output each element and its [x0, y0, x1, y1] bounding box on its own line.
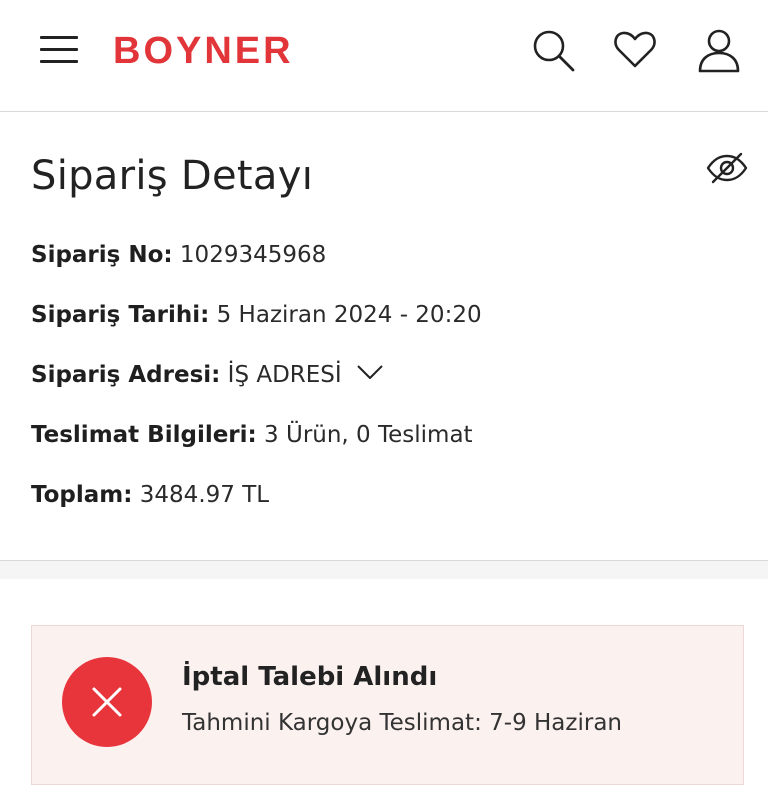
eye-off-icon[interactable] [705, 150, 749, 186]
address-dropdown[interactable]: İŞ ADRESİ [228, 362, 383, 388]
order-address-label: Sipariş Adresi: [31, 362, 221, 388]
heart-icon[interactable] [611, 26, 659, 74]
order-date-value: 5 Haziran 2024 - 20:20 [216, 302, 482, 328]
menu-icon[interactable] [40, 36, 78, 64]
status-title: İptal Talebi Alındı [182, 662, 438, 692]
status-subtitle: Tahmini Kargoya Teslimat: 7-9 Haziran [182, 710, 622, 736]
order-number-row: Sipariş No: 1029345968 [31, 240, 326, 270]
order-address-row: Sipariş Adresi: İŞ ADRESİ [31, 360, 383, 390]
delivery-info-row: Teslimat Bilgileri: 3 Ürün, 0 Teslimat [31, 420, 473, 450]
order-status-card: İptal Talebi Alındı Tahmini Kargoya Tesl… [31, 625, 744, 785]
total-value: 3484.97 TL [139, 482, 270, 508]
order-number-label: Sipariş No: [31, 242, 173, 268]
page-title: Sipariş Detayı [31, 153, 314, 199]
brand-logo[interactable]: BOYNER [113, 28, 294, 74]
user-icon[interactable] [695, 26, 743, 74]
order-detail-section: Sipariş Detayı Sipariş No: 1029345968 Si… [0, 112, 768, 561]
order-date-label: Sipariş Tarihi: [31, 302, 210, 328]
delivery-info-label: Teslimat Bilgileri: [31, 422, 257, 448]
total-row: Toplam: 3484.97 TL [31, 480, 269, 510]
status-close-icon [62, 657, 152, 747]
top-header: BOYNER [0, 0, 768, 112]
section-divider [0, 561, 768, 579]
search-icon[interactable] [529, 26, 577, 74]
order-address-value: İŞ ADRESİ [227, 362, 342, 388]
order-number-value: 1029345968 [179, 242, 327, 268]
chevron-down-icon [357, 358, 383, 388]
total-label: Toplam: [31, 482, 133, 508]
delivery-info-value: 3 Ürün, 0 Teslimat [264, 422, 473, 448]
order-date-row: Sipariş Tarihi: 5 Haziran 2024 - 20:20 [31, 300, 482, 330]
